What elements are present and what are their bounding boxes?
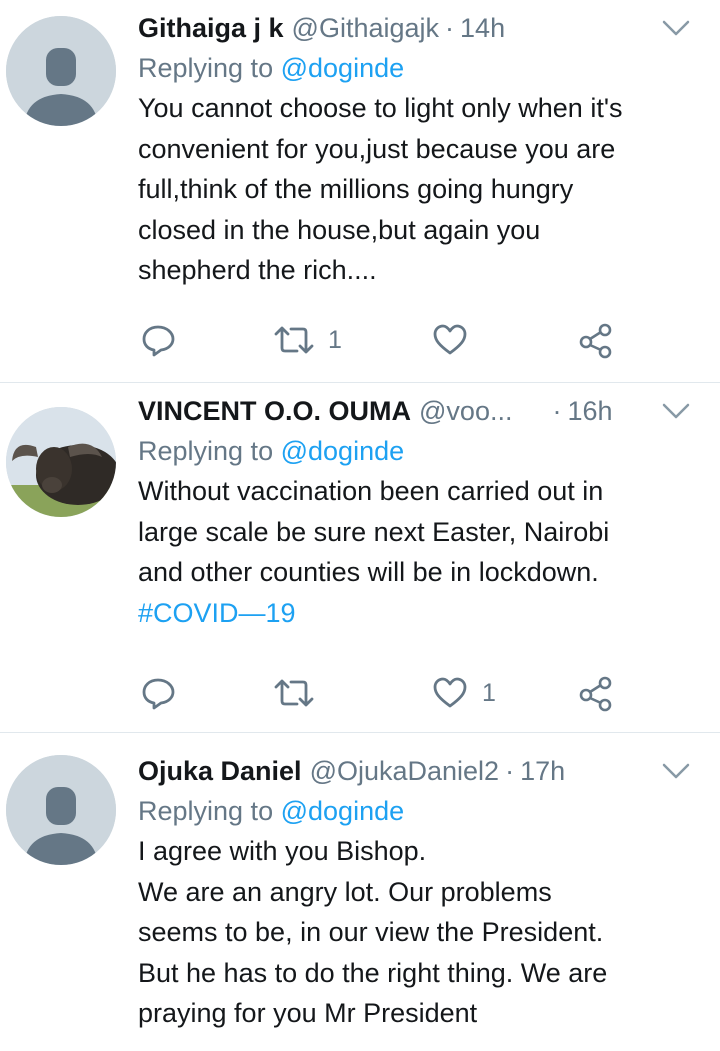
tweet-text: I agree with you Bishop. We are an angry…	[138, 836, 608, 1028]
timestamp[interactable]: 17h	[520, 751, 565, 791]
like-button[interactable]: 1	[430, 673, 496, 713]
action-bar: 1	[138, 320, 720, 360]
default-avatar-icon	[6, 16, 116, 126]
buffalo-photo	[6, 407, 116, 517]
tweet-header: VINCENT O.O. OUMA @voo... · 16h	[138, 391, 696, 431]
retweet-icon	[274, 679, 314, 707]
share-icon	[579, 323, 612, 359]
tweet-header: Ojuka Daniel @OjukaDaniel2 · 17h	[138, 751, 696, 791]
mention-link[interactable]: @doginde	[281, 53, 405, 83]
retweet-button[interactable]	[272, 673, 328, 713]
default-avatar-icon	[6, 755, 116, 865]
chevron-down-icon[interactable]	[656, 395, 696, 427]
hashtag-line: #COVID—19	[138, 593, 696, 634]
mention-link[interactable]: @doginde	[281, 796, 405, 826]
mention-link[interactable]: @doginde	[281, 436, 405, 466]
replying-to: Replying to @doginde	[138, 48, 696, 88]
separator-dot: ·	[552, 396, 562, 426]
reply-icon	[142, 325, 175, 357]
action-bar: 1	[138, 673, 720, 713]
timestamp[interactable]: 16h	[567, 391, 612, 431]
share-icon	[579, 676, 612, 712]
display-name[interactable]: Ojuka Daniel	[138, 751, 302, 791]
chevron-down-icon[interactable]	[656, 755, 696, 787]
replying-prefix: Replying to	[138, 53, 274, 83]
tweet[interactable]: Ojuka Daniel @OjukaDaniel2 · 17h Replyin…	[0, 733, 720, 1051]
replying-prefix: Replying to	[138, 436, 274, 466]
replying-prefix: Replying to	[138, 796, 274, 826]
retweet-icon	[274, 326, 314, 354]
tweet[interactable]: VINCENT O.O. OUMA @voo... · 16h Replying…	[0, 383, 720, 733]
avatar[interactable]	[6, 16, 116, 126]
user-handle[interactable]: @OjukaDaniel2	[310, 751, 500, 791]
separator-dot: ·	[445, 13, 455, 43]
avatar[interactable]	[6, 755, 116, 865]
share-button[interactable]	[576, 673, 616, 713]
user-handle[interactable]: @Githaigajk	[292, 8, 439, 48]
avatar[interactable]	[6, 407, 116, 517]
retweet-button[interactable]: 1	[272, 320, 342, 360]
tweet-text: Without vaccination been carried out in …	[138, 476, 610, 587]
tweet-text: You cannot choose to light only when it'…	[138, 93, 623, 285]
timestamp[interactable]: 14h	[460, 8, 505, 48]
replying-to: Replying to @doginde	[138, 431, 696, 471]
display-name[interactable]: VINCENT O.O. OUMA	[138, 391, 411, 431]
share-button[interactable]	[576, 320, 616, 360]
tweet[interactable]: Githaiga j k @Githaigajk · 14h Replying …	[0, 0, 720, 383]
replying-to: Replying to @doginde	[138, 791, 696, 831]
reply-icon	[142, 678, 175, 710]
reply-button[interactable]	[138, 673, 178, 713]
chevron-down-icon[interactable]	[656, 12, 696, 44]
display-name[interactable]: Githaiga j k	[138, 8, 284, 48]
heart-icon	[433, 677, 467, 708]
retweet-count: 1	[328, 325, 342, 354]
like-button[interactable]	[430, 320, 482, 360]
separator-dot: ·	[505, 756, 515, 786]
tweet-header: Githaiga j k @Githaigajk · 14h	[138, 8, 696, 48]
user-handle[interactable]: @voo...	[419, 391, 512, 431]
reply-button[interactable]	[138, 320, 178, 360]
hashtag-link[interactable]: #COVID—19	[138, 598, 296, 628]
heart-icon	[433, 324, 467, 355]
like-count: 1	[482, 678, 496, 707]
